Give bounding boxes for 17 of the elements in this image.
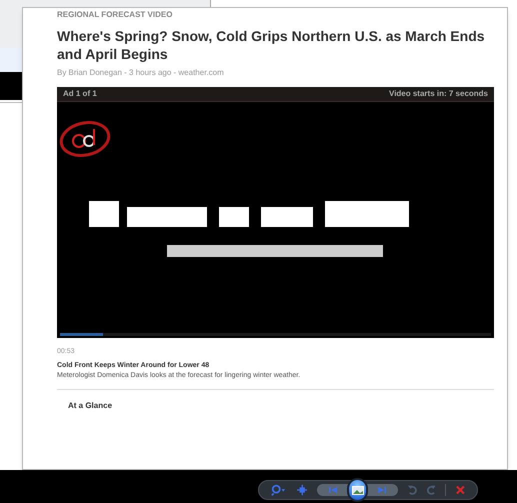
byline: By Brian Donegan - 3 hours ago - weather.com — [57, 68, 225, 78]
previous-icon — [329, 487, 338, 493]
section-label: REGIONAL FORECAST VIDEO — [57, 9, 174, 21]
zoom-icon[interactable] — [271, 484, 287, 496]
ad-label: Ad 1 of 1 — [63, 88, 97, 100]
rotate-left-icon[interactable] — [408, 484, 417, 496]
next-button[interactable] — [366, 484, 398, 496]
video-player[interactable]: Ad 1 of 1 Video starts in: 7 seconds — [57, 87, 494, 338]
section-heading: At a Glance — [68, 400, 114, 412]
delete-icon[interactable] — [456, 485, 466, 495]
next-icon — [378, 487, 386, 493]
rotate-right-icon[interactable] — [426, 484, 436, 496]
slideshow-icon — [352, 486, 364, 494]
article-title: Where's Spring? Snow, Cold Grips Northern U.S. as March Ends and April Begins — [57, 27, 486, 63]
actual-size-icon[interactable] — [296, 484, 308, 496]
countdown-label: Video starts in: 7 seconds — [389, 88, 488, 100]
previous-button[interactable] — [317, 484, 349, 496]
